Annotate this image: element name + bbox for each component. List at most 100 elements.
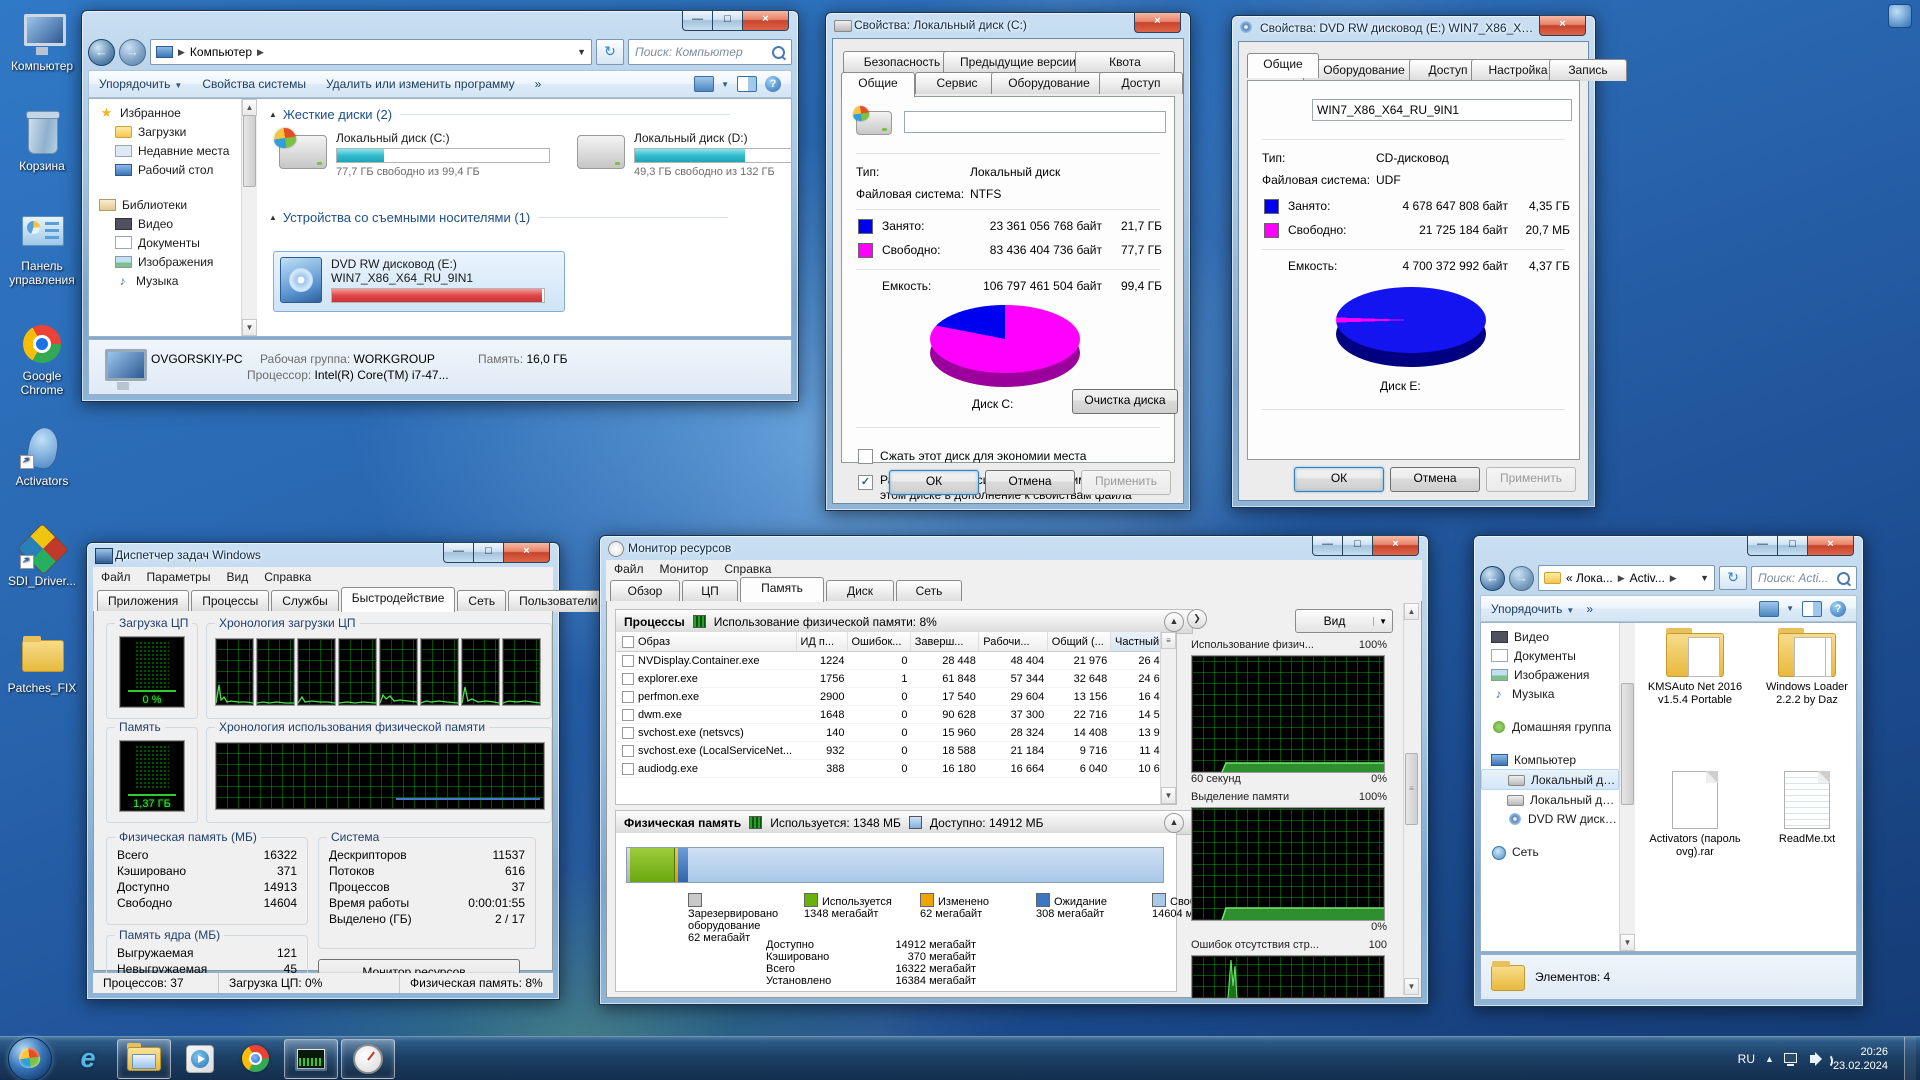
- table-row[interactable]: NVDisplay.Container.exe 1224 0 28 448 48 4…: [616, 652, 1176, 670]
- back-button[interactable]: ←: [88, 38, 115, 66]
- file-item[interactable]: Activators (пароль ovg).rar: [1643, 771, 1747, 859]
- clock[interactable]: 20:26 23.02.2024: [1833, 1045, 1894, 1073]
- tab-applications[interactable]: Приложения: [97, 590, 190, 612]
- scroll-up-icon[interactable]: ▲: [1404, 603, 1419, 620]
- system-properties-button[interactable]: Свойства системы: [202, 77, 306, 91]
- menu-help[interactable]: Справка: [716, 562, 779, 576]
- forward-button[interactable]: →: [1509, 565, 1534, 591]
- tab-users[interactable]: Пользователи: [508, 590, 609, 612]
- breadcrumb[interactable]: « Лока...: [1566, 571, 1613, 585]
- scroll-down-icon[interactable]: ▼: [1620, 934, 1635, 951]
- collapse-chevron-icon[interactable]: ▲: [1164, 611, 1184, 632]
- drive-c-tile[interactable]: Локальный диск (C:) 77,7 ГБ свободно из …: [272, 126, 550, 178]
- sidebar-item-dvd-drive[interactable]: DVD RW дисково: [1481, 809, 1619, 828]
- expand-chevron-icon[interactable]: ❯: [1187, 609, 1207, 629]
- change-view-button[interactable]: ▼: [694, 76, 729, 92]
- tab-previous-versions[interactable]: Предыдущие версии: [943, 51, 1093, 73]
- menu-file[interactable]: Файл: [606, 562, 652, 576]
- preview-pane-button[interactable]: [737, 76, 757, 92]
- volume-icon[interactable]: [1809, 1051, 1833, 1068]
- table-row[interactable]: svchost.exe (LocalServiceNet... 932 0 18 …: [616, 742, 1176, 760]
- sidebar-item-documents[interactable]: Документы: [1481, 646, 1619, 665]
- desktop-icon-sdi-driver[interactable]: SDI_Driver...: [0, 522, 84, 588]
- tab-cpu[interactable]: ЦП: [682, 580, 738, 602]
- close-button[interactable]: ×: [1539, 15, 1586, 36]
- ok-button[interactable]: ОК: [1294, 467, 1384, 492]
- table-row[interactable]: dwm.exe 1648 0 90 628 37 300 22 716 14 584: [616, 706, 1176, 724]
- compress-checkbox[interactable]: [858, 449, 873, 464]
- desktop-icon-patches-fix[interactable]: Patches_FIX: [0, 634, 84, 695]
- taskbar-item-media-player[interactable]: [174, 1040, 226, 1078]
- group-header-hdd[interactable]: ▲ Жесткие диски (2): [269, 107, 791, 122]
- tab-quota[interactable]: Квота: [1075, 51, 1175, 73]
- sidebar-item-recent[interactable]: Недавние места: [89, 141, 241, 160]
- volume-label-input[interactable]: [1312, 99, 1572, 121]
- minimize-button[interactable]: —: [1312, 535, 1343, 556]
- menu-options[interactable]: Параметры: [139, 570, 219, 584]
- select-all-checkbox[interactable]: [622, 635, 634, 648]
- scroll-up-icon[interactable]: ▲: [242, 99, 257, 116]
- table-row[interactable]: svchost.exe (netsvcs) 140 0 15 960 28 324 …: [616, 724, 1176, 742]
- maximize-button[interactable]: □: [712, 10, 743, 31]
- index-checkbox[interactable]: ✓: [858, 475, 873, 490]
- panel-scrollbar[interactable]: ▲ ≡ ▼: [1403, 603, 1419, 995]
- scroll-down-icon[interactable]: ▼: [242, 319, 257, 336]
- breadcrumb[interactable]: Activ...: [1630, 571, 1665, 585]
- file-item[interactable]: KMSAuto Net 2016 v1.5.4 Portable: [1643, 628, 1747, 707]
- toolbar-more-button[interactable]: »: [1586, 602, 1593, 616]
- dvd-drive-tile[interactable]: DVD RW дисковод (E:) WIN7_X86_X64_RU_9IN…: [273, 251, 565, 312]
- menu-monitor[interactable]: Монитор: [652, 562, 717, 576]
- menu-help[interactable]: Справка: [256, 570, 319, 584]
- sidebar-scrollbar[interactable]: ▼: [1619, 623, 1635, 951]
- organize-menu[interactable]: Упорядочить ▼: [99, 77, 182, 91]
- sidebar-item-computer[interactable]: Компьютер: [1481, 750, 1619, 769]
- desktop-icon-recycle-bin[interactable]: Корзина: [0, 111, 84, 173]
- tab-general[interactable]: Общие: [841, 72, 915, 97]
- sidebar-scrollbar[interactable]: ▲ ▼: [241, 99, 257, 336]
- taskbar-item-chrome[interactable]: [229, 1040, 281, 1078]
- table-row[interactable]: explorer.exe 1756 1 61 848 57 344 32 648 24…: [616, 670, 1176, 688]
- apply-button[interactable]: Применить: [1486, 467, 1576, 492]
- maximize-button[interactable]: □: [1342, 535, 1373, 556]
- tab-overview[interactable]: Обзор: [610, 580, 680, 602]
- table-header[interactable]: Образ ИД п... Ошибок... Заверш... Рабочи…: [616, 632, 1176, 652]
- tab-hardware[interactable]: Оборудование: [1303, 59, 1425, 81]
- tab-recording[interactable]: Запись: [1549, 59, 1627, 81]
- table-scrollbar[interactable]: ≡ ▼: [1160, 632, 1176, 804]
- minimize-button[interactable]: —: [682, 10, 713, 31]
- volume-label-input[interactable]: [904, 111, 1166, 133]
- cancel-button[interactable]: Отмена: [985, 470, 1075, 495]
- preview-pane-button[interactable]: [1802, 600, 1822, 617]
- close-button[interactable]: ×: [1134, 12, 1181, 33]
- file-item[interactable]: ReadMe.txt: [1755, 771, 1856, 846]
- show-desktop-button[interactable]: [1904, 1037, 1916, 1080]
- drive-d-tile[interactable]: Локальный диск (D:) 49,3 ГБ свободно из …: [577, 131, 791, 178]
- sidebar-item-music[interactable]: ♪ Музыка: [1481, 684, 1619, 703]
- maximize-button[interactable]: □: [1777, 535, 1808, 556]
- tab-services[interactable]: Службы: [271, 590, 339, 612]
- sidebar-item-homegroup[interactable]: Домашняя группа: [1481, 717, 1619, 736]
- tab-general[interactable]: Общие: [1247, 53, 1319, 78]
- table-row[interactable]: perfmon.exe 2900 0 17 540 29 604 13 156 16 …: [616, 688, 1176, 706]
- address-dropdown-icon[interactable]: ▼: [1700, 573, 1709, 583]
- sidebar-item-music[interactable]: ♪ Музыка: [89, 271, 241, 290]
- tab-performance[interactable]: Быстродействие: [340, 587, 456, 612]
- search-input[interactable]: Поиск: Acti...: [1751, 566, 1857, 590]
- sidebar-item-video[interactable]: Видео: [89, 214, 241, 233]
- minimize-button[interactable]: —: [1747, 535, 1778, 556]
- view-dropdown[interactable]: Вид ▼: [1295, 609, 1393, 633]
- sidebar-item-pictures[interactable]: Изображения: [89, 252, 241, 271]
- uninstall-program-button[interactable]: Удалить или изменить программу: [326, 77, 515, 91]
- menu-file[interactable]: Файл: [93, 570, 139, 584]
- breadcrumb[interactable]: Компьютер: [190, 45, 252, 59]
- collapse-chevron-icon[interactable]: ▲: [1164, 812, 1184, 833]
- taskbar-item-internet-explorer[interactable]: e: [62, 1040, 114, 1078]
- hidden-icons-button[interactable]: ▲: [1765, 1054, 1774, 1064]
- sidebar-item-libraries[interactable]: Библиотеки: [89, 195, 241, 214]
- network-icon[interactable]: [1783, 1052, 1800, 1066]
- desktop-icon-computer[interactable]: Компьютер: [0, 12, 84, 73]
- address-dropdown-icon[interactable]: ▼: [577, 47, 586, 57]
- tab-hardware[interactable]: Оборудование: [991, 72, 1107, 94]
- close-button[interactable]: ×: [1807, 535, 1854, 556]
- address-bar[interactable]: ▶ Компьютер ▶ ▼: [150, 39, 592, 65]
